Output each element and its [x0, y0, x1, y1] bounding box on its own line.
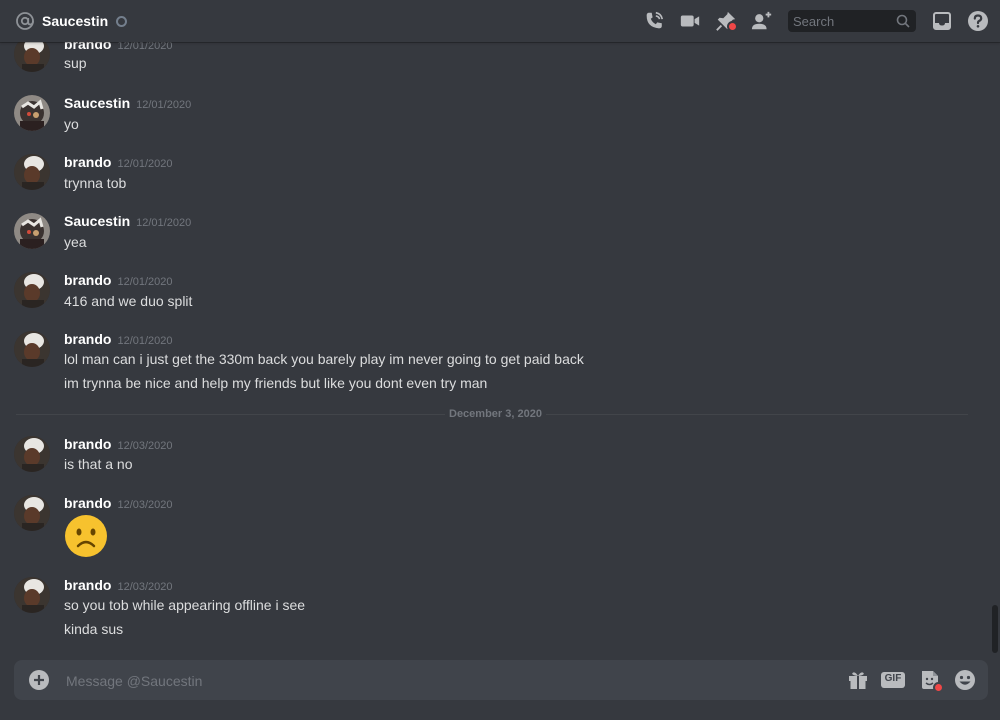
pin-icon[interactable]	[714, 9, 738, 33]
message-group: Saucestin 12/01/2020 yea	[0, 213, 980, 257]
username[interactable]: brando	[64, 436, 111, 452]
timestamp: 12/03/2020	[117, 581, 173, 593]
avatar[interactable]	[14, 331, 50, 367]
message-group: brando 12/01/2020 416 and we duo split	[0, 272, 980, 316]
message-text: trynna tob	[64, 175, 127, 191]
message-group: brando 12/01/2020 trynna tob	[0, 154, 980, 198]
search-input[interactable]: Search	[788, 10, 916, 32]
gif-button[interactable]: GIF	[880, 668, 906, 692]
message-composer: GIF	[14, 660, 988, 700]
message-group: brando 12/01/2020 sup	[0, 36, 980, 80]
emoji-picker-icon[interactable]	[953, 668, 977, 692]
message-text: lol man can i just get the 330m back you…	[64, 351, 584, 367]
avatar[interactable]	[14, 495, 50, 531]
message-text: yea	[64, 234, 87, 250]
avatar[interactable]	[14, 95, 50, 131]
message-text: so you tob while appearing offline i see	[64, 597, 306, 613]
username[interactable]: brando	[64, 154, 111, 170]
timestamp: 12/03/2020	[117, 440, 173, 452]
avatar[interactable]	[14, 213, 50, 249]
avatar[interactable]	[14, 577, 50, 613]
search-icon[interactable]	[896, 14, 910, 31]
add-friend-icon[interactable]	[750, 9, 774, 33]
username[interactable]: brando	[64, 331, 111, 347]
inbox-icon[interactable]	[930, 9, 954, 33]
gift-icon[interactable]	[846, 668, 870, 692]
timestamp: 12/01/2020	[136, 99, 192, 111]
message-text: yo	[64, 116, 79, 132]
message-group: brando 12/01/2020 lol man can i just get …	[0, 331, 980, 395]
username[interactable]: brando	[64, 272, 111, 288]
message-group: brando 12/03/2020 is that a no	[0, 436, 980, 480]
timestamp: 12/01/2020	[117, 335, 173, 347]
notification-dot	[933, 682, 944, 693]
offline-status-icon	[116, 15, 128, 27]
message-text: im trynna be nice and help my friends bu…	[64, 375, 488, 391]
timestamp: 12/01/2020	[117, 158, 173, 170]
frowning-face-emoji[interactable]	[64, 514, 108, 558]
message-text: 416 and we duo split	[64, 293, 193, 309]
message-text: sup	[64, 55, 87, 71]
at-icon	[15, 11, 35, 31]
message-list[interactable]: brando 12/01/2020 sup Saucestin 12/01/2020…	[0, 0, 990, 655]
username[interactable]: brando	[64, 495, 111, 511]
message-input[interactable]	[64, 670, 768, 692]
call-icon[interactable]	[642, 9, 666, 33]
message-group: brando 12/03/2020 so you tob while appear…	[0, 577, 980, 641]
notification-dot	[727, 21, 738, 32]
search-placeholder: Search	[793, 13, 835, 29]
avatar[interactable]	[14, 154, 50, 190]
message-text: is that a no	[64, 456, 133, 472]
message-group: brando 12/03/2020	[0, 495, 980, 559]
help-icon[interactable]	[966, 9, 990, 33]
message-text: kinda sus	[64, 621, 124, 637]
dm-recipient-name[interactable]: Saucestin	[42, 13, 108, 29]
username[interactable]: Saucestin	[64, 213, 130, 229]
date-divider-label: December 3, 2020	[445, 408, 546, 420]
avatar[interactable]	[14, 272, 50, 308]
add-attachment-icon[interactable]	[28, 669, 50, 691]
timestamp: 12/01/2020	[136, 217, 192, 229]
username[interactable]: brando	[64, 577, 111, 593]
sticker-icon[interactable]	[918, 668, 944, 693]
timestamp: 12/03/2020	[117, 499, 173, 511]
username[interactable]: Saucestin	[64, 95, 130, 111]
video-icon[interactable]	[678, 9, 702, 33]
gif-label: GIF	[884, 673, 902, 684]
header-toolbar: Search	[630, 0, 990, 42]
avatar[interactable]	[14, 436, 50, 472]
channel-header: Saucestin Search	[0, 0, 1000, 42]
timestamp: 12/01/2020	[117, 276, 173, 288]
message-group: Saucestin 12/01/2020 yo	[0, 95, 980, 139]
scrollbar-thumb[interactable]	[992, 605, 998, 653]
